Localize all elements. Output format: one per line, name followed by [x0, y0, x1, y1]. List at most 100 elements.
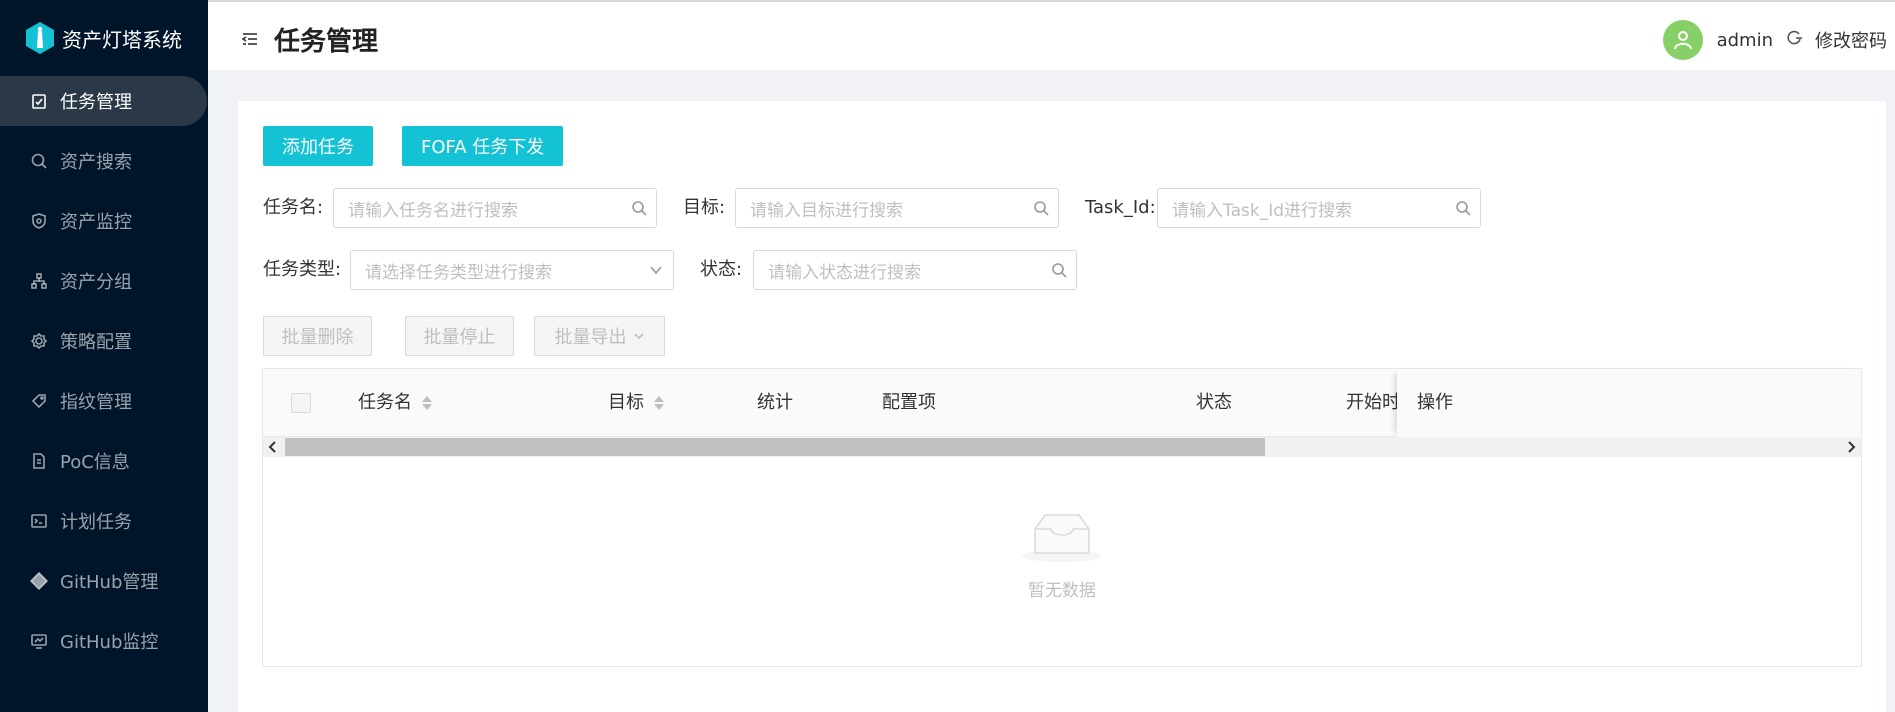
fofa-task-button[interactable]: FOFA 任务下发 [402, 126, 564, 166]
menu-fold-icon[interactable] [240, 29, 260, 49]
main-card: 添加任务 FOFA 任务下发 任务名: 请输入任务名进行搜索 目标: 请输入目标… [238, 101, 1886, 712]
scroll-right-icon[interactable] [1841, 437, 1861, 457]
empty-state: 暂无数据 [263, 509, 1861, 601]
user-icon [1673, 31, 1692, 50]
table-header: 任务名 目标 统计 配置项 状态 开始时 操作 [263, 369, 1861, 437]
status-placeholder: 请输入状态进行搜索 [768, 262, 921, 283]
batch-stop-label: 批量停止 [423, 327, 496, 348]
sidebar-item-3[interactable]: 资产分组 [0, 256, 208, 306]
user-area: admin 修改密码 [1662, 20, 1887, 60]
empty-inbox-icon [1022, 514, 1102, 562]
sidebar-item-9[interactable]: GitHub监控 [0, 616, 208, 666]
target-input[interactable]: 请输入目标进行搜索 [735, 188, 1059, 228]
chevron-down-icon [639, 262, 673, 278]
sidebar-item-5[interactable]: 指纹管理 [0, 376, 208, 426]
target-placeholder: 请输入目标进行搜索 [750, 200, 903, 221]
change-password-link[interactable]: 修改密码 [1815, 27, 1887, 53]
empty-text: 暂无数据 [1028, 581, 1096, 601]
column-header-config: 配置项 [882, 369, 936, 437]
lighthouse-logo-icon [26, 22, 54, 54]
search-icon[interactable] [1446, 200, 1480, 216]
header: 任务管理 admin 修改密码 [208, 8, 1895, 70]
column-label: 目标 [608, 392, 644, 413]
sidebar-item-label: PoC信息 [60, 452, 130, 473]
logout-icon[interactable] [1787, 30, 1803, 51]
shield-icon [30, 212, 48, 230]
username[interactable]: admin [1717, 30, 1773, 51]
app-name: 资产灯塔系统 [62, 27, 182, 52]
tag-icon [30, 392, 48, 410]
search-icon [30, 152, 48, 170]
sidebar-item-0[interactable]: 任务管理 [0, 76, 207, 126]
batch-export-label: 批量导出 [554, 327, 627, 348]
top-border [208, 0, 1895, 8]
sidebar: 资产灯塔系统 任务管理资产搜索资产监控资产分组策略配置指纹管理 PoC信息计划任务… [0, 0, 208, 712]
task-id-label: Task_Id: [1085, 197, 1156, 218]
target-label: 目标: [683, 197, 726, 218]
monitor-icon [30, 632, 48, 650]
fixed-actions-column: 操作 [1397, 369, 1861, 437]
search-icon[interactable] [622, 200, 656, 216]
file-icon [30, 452, 48, 470]
task-type-label: 任务类型: [263, 259, 342, 280]
batch-delete-button[interactable]: 批量删除 [263, 316, 372, 356]
sidebar-item-2[interactable]: 资产监控 [0, 196, 208, 246]
scroll-left-icon[interactable] [263, 437, 283, 457]
column-label: 任务名 [358, 392, 412, 413]
column-header-actions: 操作 [1417, 369, 1453, 437]
task-type-placeholder: 请选择任务类型进行搜索 [365, 262, 552, 283]
search-icon[interactable] [1042, 262, 1076, 278]
cluster-icon [30, 272, 48, 290]
sidebar-item-label: 资产监控 [60, 212, 132, 233]
batch-export-button[interactable]: 批量导出 [534, 316, 665, 356]
task-name-label: 任务名: [263, 197, 324, 218]
terminal-icon [30, 512, 48, 530]
sidebar-item-label: 策略配置 [60, 332, 132, 353]
status-input[interactable]: 请输入状态进行搜索 [753, 250, 1077, 290]
avatar[interactable] [1662, 20, 1703, 60]
add-task-button[interactable]: 添加任务 [263, 126, 373, 166]
batch-delete-label: 批量删除 [281, 327, 354, 348]
column-label: 操作 [1417, 392, 1453, 413]
column-label: 开始时 [1346, 392, 1400, 413]
logo[interactable]: 资产灯塔系统 [0, 0, 208, 76]
select-all-checkbox[interactable] [291, 393, 311, 413]
column-label: 统计 [757, 392, 793, 413]
horizontal-scrollbar[interactable] [263, 437, 1861, 457]
git-icon [30, 572, 48, 590]
sidebar-item-label: 资产搜索 [60, 152, 132, 173]
sort-icon[interactable] [422, 396, 432, 410]
column-header-target[interactable]: 目标 [608, 369, 664, 437]
task-type-select[interactable]: 请选择任务类型进行搜索 [350, 250, 674, 290]
sidebar-item-label: 计划任务 [60, 512, 132, 533]
sidebar-item-1[interactable]: 资产搜索 [0, 136, 208, 186]
sort-icon[interactable] [654, 396, 664, 410]
sidebar-item-4[interactable]: 策略配置 [0, 316, 208, 366]
status-label: 状态: [700, 259, 743, 280]
sidebar-item-8[interactable]: GitHub管理 [0, 556, 208, 606]
task-name-input[interactable]: 请输入任务名进行搜索 [333, 188, 657, 228]
sidebar-item-label: 指纹管理 [60, 392, 132, 413]
sidebar-item-label: GitHub监控 [60, 632, 159, 653]
task-table: 任务名 目标 统计 配置项 状态 开始时 操作 暂无数据 [262, 368, 1862, 667]
sidebar-item-label: 资产分组 [60, 272, 132, 293]
column-header-start-time: 开始时 [1346, 369, 1400, 437]
scroll-thumb[interactable] [285, 438, 1265, 456]
chevron-down-icon [633, 333, 644, 340]
column-header-task-name[interactable]: 任务名 [358, 369, 432, 437]
column-header-status: 状态 [1196, 369, 1232, 437]
sidebar-item-6[interactable]: PoC信息 [0, 436, 208, 486]
settings-icon [30, 332, 48, 350]
task-name-placeholder: 请输入任务名进行搜索 [348, 200, 518, 221]
sidebar-item-label: GitHub管理 [60, 572, 159, 593]
search-icon[interactable] [1024, 200, 1058, 216]
column-header-stats: 统计 [757, 369, 793, 437]
column-label: 状态 [1196, 392, 1232, 413]
page-title: 任务管理 [274, 26, 379, 57]
task-id-input[interactable]: 请输入Task_Id进行搜索 [1157, 188, 1481, 228]
clipboard-icon [30, 92, 48, 110]
batch-stop-button[interactable]: 批量停止 [405, 316, 514, 356]
sidebar-item-7[interactable]: 计划任务 [0, 496, 208, 546]
task-id-placeholder: 请输入Task_Id进行搜索 [1172, 200, 1352, 221]
column-label: 配置项 [882, 392, 936, 413]
